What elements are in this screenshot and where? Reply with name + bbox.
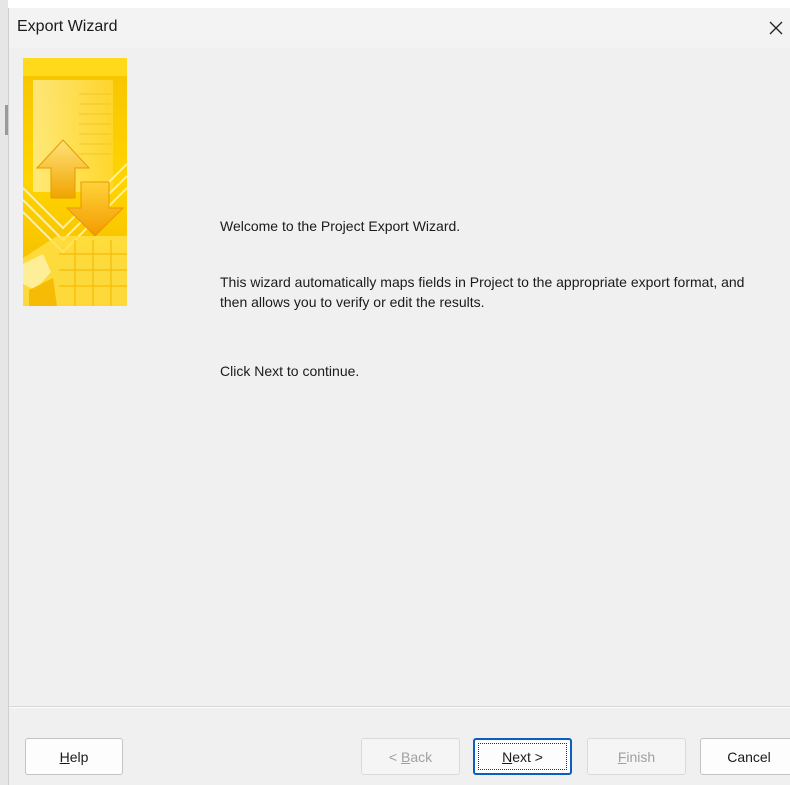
description-line-2: then allows you to verify or edit the re…	[220, 294, 485, 310]
finish-button[interactable]: Finish	[587, 738, 686, 775]
finish-button-label: Finish	[617, 748, 656, 765]
help-button-label: Help	[59, 748, 89, 765]
button-separator	[9, 706, 790, 708]
next-button[interactable]: Next >	[473, 738, 572, 775]
cancel-button[interactable]: Cancel	[700, 738, 790, 775]
help-button[interactable]: Help	[25, 738, 123, 775]
description-line-1: This wizard automatically maps fields in…	[220, 274, 745, 290]
wizard-banner-image	[22, 58, 128, 306]
back-button-label: < Back	[388, 748, 433, 765]
cancel-button-label: Cancel	[727, 748, 771, 765]
window-title: Export Wizard	[17, 18, 118, 35]
wizard-content: Welcome to the Project Export Wizard. Th…	[220, 8, 790, 785]
next-button-label: Next >	[502, 748, 543, 765]
instruction-text: Click Next to continue.	[220, 363, 360, 379]
background-window-edge	[0, 0, 8, 785]
welcome-text: Welcome to the Project Export Wizard.	[220, 218, 461, 234]
export-banner-icon	[22, 58, 128, 306]
back-button[interactable]: < Back	[361, 738, 460, 775]
export-wizard-dialog: Export Wizard Welcome to the Project Exp…	[8, 8, 790, 785]
